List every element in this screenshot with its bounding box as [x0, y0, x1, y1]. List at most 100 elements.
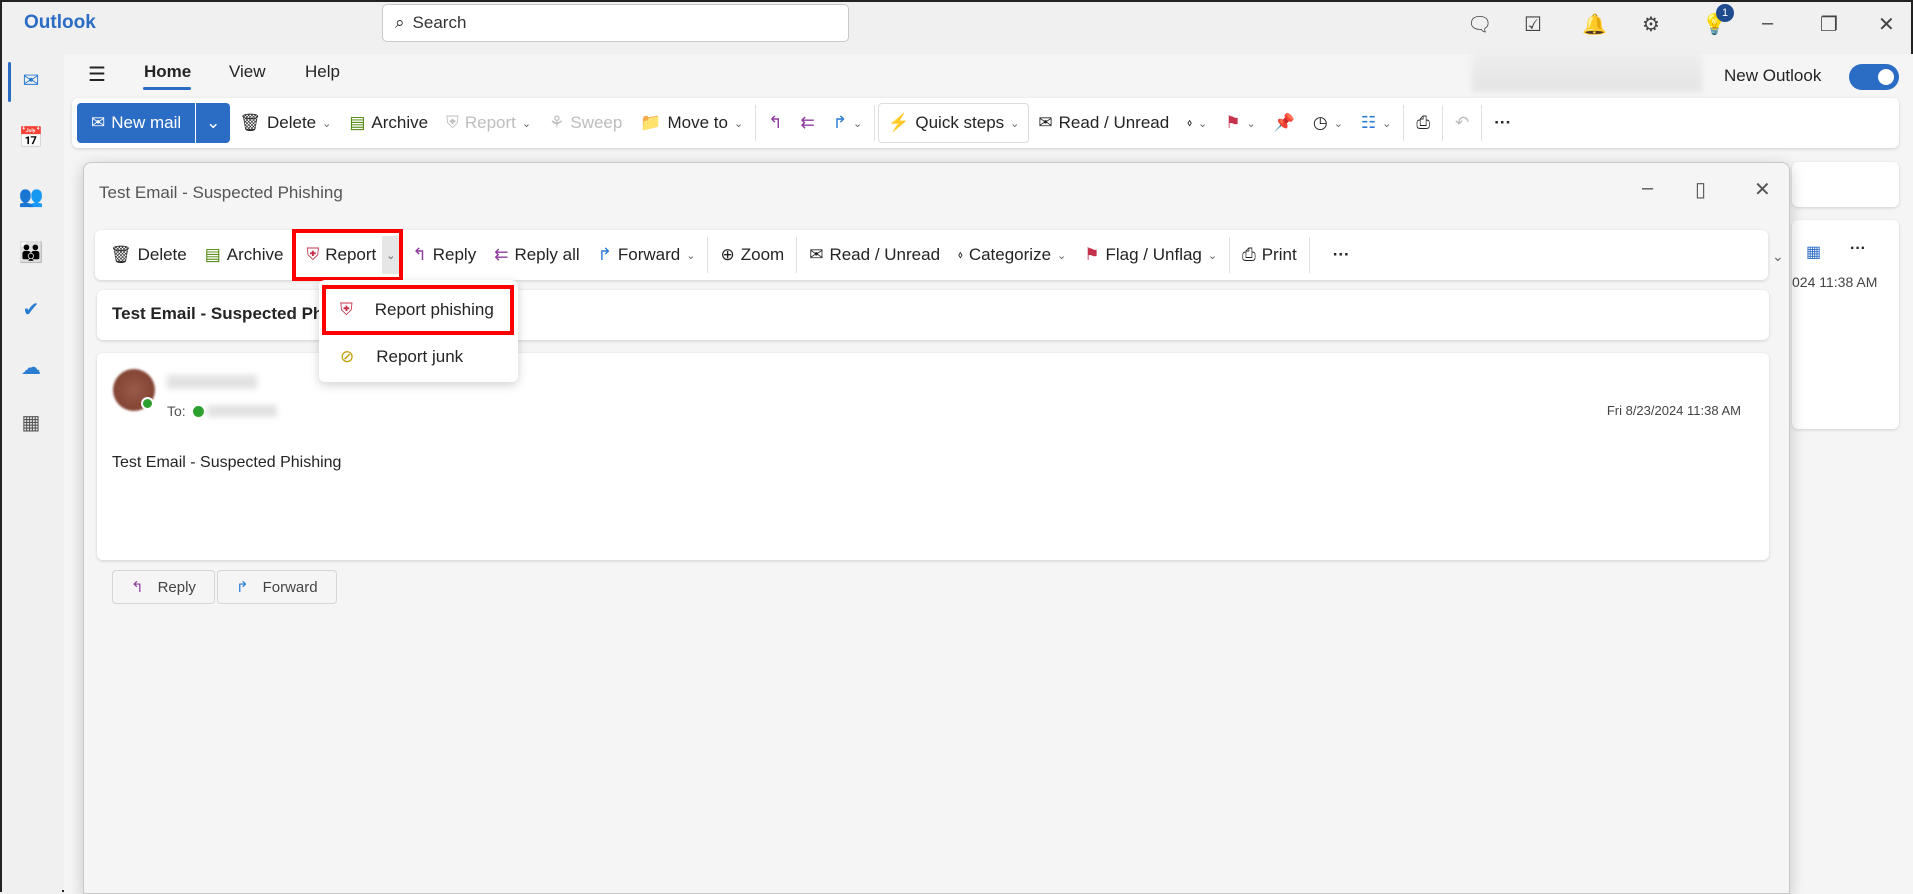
feedback-icon[interactable]: 🗨 — [1467, 12, 1492, 37]
forward-button[interactable]: ↱ ⌄ — [824, 103, 871, 143]
search-input[interactable]: ⌕ Search — [382, 4, 849, 42]
chevron-down-icon: ⌄ — [521, 117, 532, 130]
forward-button[interactable]: ↱ Forward ⌄ — [589, 235, 705, 275]
archive-button[interactable]: ▤ Archive — [340, 103, 437, 143]
reply-button[interactable]: ↰ Reply — [403, 235, 485, 275]
delete-label: Delete — [137, 245, 187, 264]
close-icon[interactable]: ✕ — [1878, 12, 1895, 37]
tasks-icon[interactable]: ☑ — [1524, 12, 1542, 37]
tab-home[interactable]: Home — [144, 62, 191, 82]
report-junk-item[interactable]: ⊘ Report junk — [322, 332, 514, 382]
delete-button[interactable]: 🗑 Delete ⌄ — [230, 103, 340, 143]
report-junk-label: Report junk — [376, 347, 464, 366]
tag-icon: ⬫ — [958, 245, 963, 264]
print-button[interactable]: ⎙ Print — [1233, 235, 1306, 275]
minimize-icon[interactable]: – — [1642, 177, 1653, 200]
reply-all-button[interactable]: ⇇ — [791, 103, 823, 143]
main-toolbar: ✉ New mail ⌄ 🗑 Delete ⌄ ▤ Archive ⛨ Report ⌄ ⚘ S… — [72, 98, 1899, 148]
sweep-button[interactable]: ⚘ Sweep — [540, 103, 631, 143]
printer-icon: ⎙ — [1416, 113, 1430, 132]
tag-icon: ⬫ — [1187, 113, 1192, 132]
bell-icon[interactable]: 🔔 — [1582, 12, 1607, 37]
chevron-down-icon: ⌄ — [734, 117, 744, 130]
report-label: Report — [325, 245, 377, 264]
mail-icon[interactable]: ✉ — [18, 68, 44, 92]
forward-button[interactable]: ↱ Forward — [217, 570, 337, 604]
report-button[interactable]: ⛨ Report ⌄ — [292, 229, 404, 281]
read-unread-button[interactable]: ✉ Read / Unread — [800, 235, 949, 275]
read-unread-label: Read / Unread — [829, 245, 941, 264]
minimize-icon[interactable]: – — [1762, 12, 1773, 35]
new-mail-dropdown[interactable]: ⌄ — [195, 103, 230, 143]
rules-icon: ☷ — [1360, 113, 1377, 132]
divider — [1442, 105, 1443, 141]
reply-button[interactable]: ↰ Reply — [112, 570, 215, 604]
report-phishing-item[interactable]: ⛨ Report phishing — [322, 285, 514, 335]
todo-icon[interactable]: ✔ — [18, 297, 44, 321]
report-button[interactable]: ⛨ Report ⌄ — [437, 103, 540, 143]
shield-alert-icon: ⛨ — [306, 245, 320, 264]
chevron-down-icon: ⌄ — [1207, 249, 1218, 262]
tab-help[interactable]: Help — [305, 62, 340, 82]
reply-button[interactable]: ↰ — [759, 103, 791, 143]
flag-button[interactable]: ⚑ ⌄ — [1216, 103, 1264, 143]
categorize-button[interactable]: ⬫ Categorize ⌄ — [949, 235, 1075, 275]
expand-toolbar-icon[interactable]: ⌄ — [1772, 248, 1784, 265]
search-icon: ⌕ — [395, 13, 405, 32]
flag-button[interactable]: ⚑ Flag / Unflag ⌄ — [1075, 235, 1226, 275]
more-icon[interactable]: ··· — [1850, 240, 1866, 258]
sweep-label: Sweep — [570, 113, 623, 132]
new-outlook-toggle[interactable] — [1849, 64, 1899, 90]
restore-icon[interactable]: ❐ — [1820, 12, 1838, 37]
chevron-down-icon: ⌄ — [1198, 117, 1208, 130]
maximize-icon[interactable]: ▯ — [1695, 177, 1706, 202]
print-button[interactable]: ⎙ — [1407, 103, 1439, 143]
folder-move-icon: 📁 — [640, 113, 662, 132]
pin-button[interactable]: 📌 — [1265, 103, 1304, 143]
quick-steps-button[interactable]: ⚡ Quick steps ⌄ — [878, 103, 1030, 143]
move-to-button[interactable]: 📁 Move to ⌄ — [631, 103, 752, 143]
archive-button[interactable]: ▤ Archive — [196, 235, 293, 275]
chevron-down-icon: ⌄ — [852, 117, 863, 130]
chevron-down-icon: ⌄ — [1382, 117, 1392, 130]
read-unread-button[interactable]: ✉ Read / Unread — [1029, 103, 1178, 143]
onedrive-icon[interactable]: ☁ — [18, 355, 44, 379]
divider — [707, 237, 709, 273]
snooze-button[interactable]: ◷ ⌄ — [1304, 103, 1352, 143]
partial-date: 024 11:38 AM — [1792, 274, 1878, 290]
more-button[interactable]: ··· — [1313, 235, 1359, 275]
close-icon[interactable]: ✕ — [1754, 177, 1771, 202]
flag-icon: ⚑ — [1225, 113, 1241, 132]
recipient-blurred[interactable] — [207, 405, 277, 417]
new-mail-button[interactable]: ✉ New mail ⌄ — [77, 103, 231, 143]
divider — [874, 105, 876, 141]
apps-icon[interactable]: ▦ — [1806, 242, 1821, 262]
apps-icon[interactable]: ▦ — [18, 410, 44, 434]
chevron-down-icon: ⌄ — [1246, 117, 1256, 130]
tag-button[interactable]: ⬫ ⌄ — [1178, 103, 1216, 143]
divider — [1403, 105, 1405, 141]
divider — [1308, 237, 1310, 273]
undo-button[interactable]: ↶ — [1446, 103, 1478, 143]
rules-button[interactable]: ☷ ⌄ — [1352, 103, 1400, 143]
presence-icon — [141, 397, 154, 410]
active-tab-underline — [143, 87, 191, 90]
delete-button[interactable]: 🗑 Delete — [101, 235, 196, 275]
lightning-icon: ⚡ — [888, 113, 910, 132]
more-button[interactable]: ··· — [1485, 103, 1520, 143]
flag-label: Flag / Unflag — [1105, 245, 1202, 264]
groups-icon[interactable]: 👪 — [18, 240, 44, 264]
calendar-icon[interactable]: 📅 — [18, 125, 44, 149]
gear-icon[interactable]: ⚙ — [1642, 12, 1660, 37]
reply-all-button[interactable]: ⇇ Reply all — [485, 235, 588, 275]
zoom-button[interactable]: ⊕ Zoom — [711, 235, 793, 275]
people-icon[interactable]: 👥 — [18, 184, 44, 208]
report-dropdown-chevron[interactable]: ⌄ — [382, 236, 400, 274]
hamburger-icon[interactable]: ☰ — [88, 62, 106, 87]
tab-view[interactable]: View — [229, 62, 266, 82]
background-card — [1792, 162, 1899, 207]
sender-name-blurred[interactable] — [167, 375, 257, 389]
envelope-open-icon: ✉ — [1038, 113, 1053, 132]
chevron-down-icon: ⌄ — [1333, 117, 1343, 130]
broom-icon: ⚘ — [549, 113, 565, 132]
